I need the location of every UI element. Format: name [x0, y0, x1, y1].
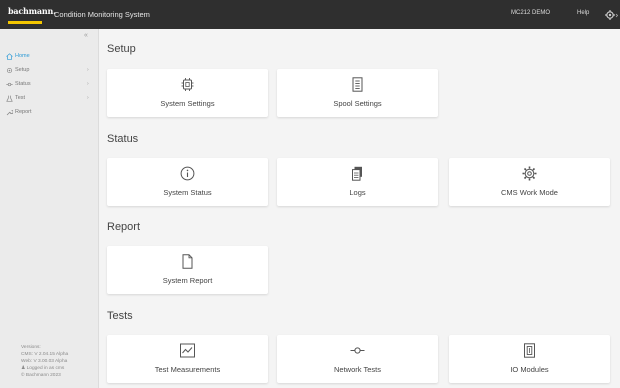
card-label: CMS Work Mode [501, 188, 558, 197]
sidebar-item-label: Status [15, 81, 31, 87]
versions-heading: Versions: [21, 345, 41, 350]
section-title-setup: Setup [107, 43, 136, 55]
card-label: Logs [349, 188, 366, 197]
wrench-icon [6, 109, 14, 116]
chip-icon [179, 77, 196, 92]
file-icon [179, 254, 196, 269]
chevron-right-icon: › [87, 81, 89, 87]
cms-version: CMS: V 2.04.15 Alpha [21, 352, 69, 357]
card-label: Test Measurements [154, 365, 221, 374]
device-name[interactable]: MC212 DEMO [511, 10, 550, 16]
sidebar-item-setup[interactable]: Setup › [0, 64, 99, 76]
login-status-text: Logged in as cms [26, 366, 65, 371]
sidebar-item-label: Home [15, 53, 30, 59]
help-link[interactable]: Help [577, 10, 589, 16]
app-title: Condition Monitoring System [54, 10, 150, 19]
gear-icon[interactable] [604, 8, 619, 20]
sidebar-item-label: Setup [15, 67, 30, 73]
top-bar: bachmann. Condition Monitoring System MC… [0, 0, 620, 29]
status-icon [6, 81, 13, 88]
copy-icon [349, 166, 366, 181]
card-label: Network Tests [334, 365, 381, 374]
chevron-right-icon: › [87, 67, 89, 73]
sidebar-item-home[interactable]: Home [0, 50, 99, 62]
sidebar: « Home Setup › Status › Test › Report Ve [0, 29, 99, 388]
version-info: Versions: CMS: V 2.04.15 Alpha Web: V 3.… [21, 344, 68, 379]
sidebar-item-report[interactable]: Report [0, 106, 99, 118]
sidebar-item-label: Test [15, 95, 26, 101]
section-title-report: Report [107, 221, 141, 233]
gear-icon [6, 67, 13, 74]
network-icon [349, 343, 366, 358]
info-icon [179, 166, 196, 181]
chart-icon [179, 343, 196, 358]
card-label: System Status [163, 188, 212, 197]
chevron-right-icon: › [87, 95, 89, 101]
flask-icon [6, 95, 13, 102]
web-version: Web: V 3.00.03 Alpha [21, 359, 68, 364]
sidebar-item-test[interactable]: Test › [0, 92, 99, 104]
login-status: ♟ Logged in as cms [21, 365, 68, 372]
section-title-status: Status [107, 133, 139, 145]
card-spool-settings[interactable]: Spool Settings [277, 69, 438, 117]
collapse-sidebar-icon[interactable]: « [84, 32, 88, 39]
card-system-status[interactable]: System Status [107, 158, 268, 206]
card-io-modules[interactable]: IO Modules [449, 335, 610, 383]
logo-text: bachmann. [8, 6, 56, 16]
bachmann-logo[interactable]: bachmann. [8, 6, 56, 24]
card-network-tests[interactable]: Network Tests [277, 335, 438, 383]
sidebar-item-label: Report [15, 109, 32, 115]
main-content: Setup System Settings Spool Settings Sta… [99, 29, 620, 388]
card-label: System Report [162, 276, 213, 285]
gear-icon [521, 166, 538, 181]
home-icon [6, 53, 13, 60]
card-cms-work-mode[interactable]: CMS Work Mode [449, 158, 610, 206]
section-title-tests: Tests [107, 310, 133, 322]
card-label: Spool Settings [333, 99, 382, 108]
module-icon [521, 343, 538, 358]
card-system-report[interactable]: System Report [107, 246, 268, 294]
card-system-settings[interactable]: System Settings [107, 69, 268, 117]
card-logs[interactable]: Logs [277, 158, 438, 206]
sidebar-item-status[interactable]: Status › [0, 78, 99, 90]
copyright: © Bachmann 2023 [21, 373, 61, 378]
card-test-measurements[interactable]: Test Measurements [107, 335, 268, 383]
document-list-icon [349, 77, 366, 92]
card-label: System Settings [160, 99, 215, 108]
card-label: IO Modules [510, 365, 549, 374]
logo-accent-bar [8, 21, 42, 24]
